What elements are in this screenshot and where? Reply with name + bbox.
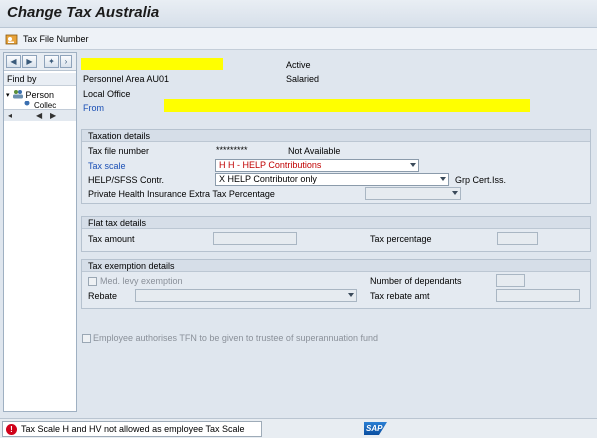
tfn-label: Tax file number <box>88 146 150 156</box>
taxation-details-group: Taxation details Tax file number *******… <box>81 129 591 204</box>
phi-label: Private Health Insurance Extra Tax Perce… <box>88 189 275 199</box>
tree-item-collection[interactable]: Collec <box>22 101 56 109</box>
rebate-label: Rebate <box>88 291 118 301</box>
tax-file-icon <box>5 33 18 46</box>
tree-item-person[interactable]: ▾ Person <box>6 89 54 101</box>
nav-toolbar: ◀ ▶ ✦ › <box>4 53 76 71</box>
employee-name-redacted <box>81 58 223 70</box>
search-people-icon[interactable]: ✦ <box>44 55 59 68</box>
number-of-dependants-label: Number of dependants <box>370 276 462 286</box>
medicare-levy-exemption-checkbox[interactable] <box>88 277 97 286</box>
tfn-value: ********* <box>216 145 248 155</box>
person-icon <box>12 89 24 101</box>
forward-arrow-icon[interactable]: ▶ <box>22 55 37 68</box>
scroll-right-arrow-icon[interactable]: ▶ <box>50 110 56 121</box>
window-title: Change Tax Australia <box>7 4 160 21</box>
tfn-trustee-checkbox[interactable] <box>82 334 91 343</box>
more-icon[interactable]: › <box>60 55 72 68</box>
tax-scale-dropdown[interactable]: H H - HELP Contributions <box>215 159 419 172</box>
chevron-down-icon <box>440 177 446 181</box>
status-bar: ! Tax Scale H and HV not allowed as empl… <box>0 418 597 438</box>
sap-logo: SAP <box>364 422 387 435</box>
error-icon: ! <box>6 423 17 435</box>
application-toolbar: Tax File Number <box>0 28 597 50</box>
title-bar: Change Tax Australia <box>0 0 597 28</box>
help-sfss-label: HELP/SFSS Contr. <box>88 175 165 185</box>
employment-status: Active <box>286 60 311 70</box>
tax-percentage-label: Tax percentage <box>370 234 432 244</box>
tax-exemption-details-group: Tax exemption details Med. levy exemptio… <box>81 259 591 309</box>
main-content: Active Personnel Area AU01 Salaried Loca… <box>78 52 597 414</box>
rebate-dropdown[interactable] <box>135 289 357 302</box>
tax-file-number-button[interactable]: Tax File Number <box>5 31 89 47</box>
personnel-area: Personnel Area AU01 <box>83 74 170 84</box>
chevron-down-icon <box>348 293 354 297</box>
tfn-trustee-label: Employee authorises TFN to be given to t… <box>93 333 379 343</box>
status-message-text: Tax Scale H and HV not allowed as employ… <box>21 424 245 434</box>
tax-percentage-field[interactable] <box>497 232 538 245</box>
horizontal-scrollbar[interactable]: ◂ ◀ ▶ <box>4 109 76 121</box>
tax-amount-field[interactable] <box>213 232 297 245</box>
number-of-dependants-field[interactable] <box>496 274 525 287</box>
tfn-status: Not Available <box>288 146 341 156</box>
scroll-left-icon[interactable]: ◂ <box>8 110 12 121</box>
employee-type: Salaried <box>286 74 320 84</box>
help-sfss-dropdown[interactable]: X HELP Contributor only <box>215 173 449 186</box>
tax-rebate-amt-label: Tax rebate amt <box>370 291 430 301</box>
status-message[interactable]: ! Tax Scale H and HV not allowed as empl… <box>2 421 262 437</box>
tree-item-collection-label: Collec <box>34 101 57 109</box>
grp-cert-label: Grp Cert.Iss. <box>455 175 507 185</box>
tax-scale-value: H H - HELP Contributions <box>219 160 322 170</box>
chevron-down-icon <box>410 163 416 167</box>
expand-triangle-icon[interactable]: ▾ <box>6 91 10 99</box>
tax-amount-label: Tax amount <box>88 234 135 244</box>
tax-scale-label: Tax scale <box>88 161 126 171</box>
flat-tax-details-title: Flat tax details <box>82 217 590 229</box>
back-arrow-icon[interactable]: ◀ <box>6 55 21 68</box>
taxation-details-title: Taxation details <box>82 130 590 142</box>
chevron-down-icon <box>452 191 458 195</box>
validity-period-redacted <box>164 99 530 112</box>
from-label[interactable]: From <box>83 103 104 113</box>
tree-item-person-label: Person <box>25 90 55 100</box>
local-office: Local Office <box>83 89 131 99</box>
flat-tax-details-group: Flat tax details Tax amount Tax percenta… <box>81 216 591 252</box>
collection-icon <box>22 101 32 109</box>
tax-rebate-amt-field[interactable] <box>496 289 580 302</box>
medicare-levy-exemption-label: Med. levy exemption <box>100 276 183 286</box>
phi-dropdown[interactable] <box>365 187 461 200</box>
scroll-left-arrow-icon[interactable]: ◀ <box>36 110 42 121</box>
tax-exemption-details-title: Tax exemption details <box>82 260 590 272</box>
help-sfss-value: X HELP Contributor only <box>219 174 317 184</box>
navigation-panel: ◀ ▶ ✦ › Find by ▾ Person Collec ◂ ◀ ▶ <box>3 52 77 412</box>
find-by-header: Find by <box>4 73 76 86</box>
tax-file-number-label: Tax File Number <box>23 34 89 44</box>
